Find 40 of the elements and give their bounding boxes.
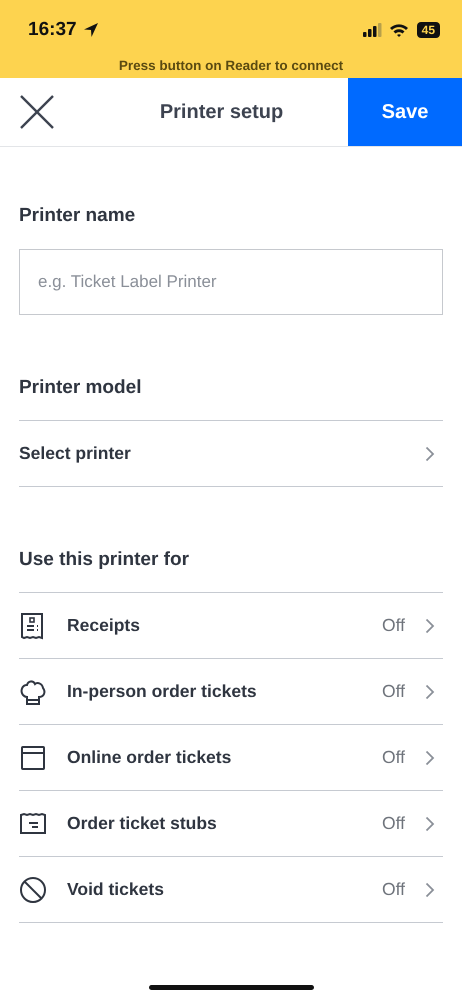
ticket-type-row[interactable]: Order ticket stubs Off (19, 791, 443, 857)
status-value: Off (382, 681, 405, 702)
row-label: Order ticket stubs (67, 813, 218, 834)
chef-hat-icon (19, 678, 47, 706)
section-heading: Printer model (19, 377, 142, 399)
connection-message: Press button on Reader to connect (118, 58, 344, 73)
prohibited-icon (19, 876, 47, 904)
section-heading: Use this printer for (19, 549, 190, 571)
ticket-type-row[interactable]: Online order tickets Off (19, 725, 443, 791)
status-value: Off (382, 879, 405, 900)
row-label: In-person order tickets (67, 681, 258, 702)
save-button[interactable]: Save (348, 78, 462, 146)
row-label: Select printer (19, 443, 132, 464)
section-heading: Printer name (19, 205, 136, 227)
battery-indicator: 45 (416, 22, 440, 38)
status-value: Off (382, 747, 405, 768)
row-label: Online order tickets (67, 747, 232, 768)
chevron-icon (425, 618, 435, 634)
row-label: Receipts (67, 615, 141, 636)
window-icon (19, 744, 47, 772)
close-icon (19, 94, 55, 130)
chevron-icon (425, 750, 435, 766)
status-value: Off (382, 615, 405, 636)
close-button[interactable] (19, 94, 55, 130)
status-value: Off (382, 813, 405, 834)
select-printer-row[interactable]: Select printer (19, 420, 443, 487)
row-label: Void tickets (67, 879, 165, 900)
ticket-type-row[interactable]: Void tickets Off (19, 857, 443, 923)
page-title: Printer setup (158, 100, 284, 124)
ticket-type-row[interactable]: In-person order tickets Off (19, 659, 443, 725)
chevron-icon (425, 816, 435, 832)
printer-name-field[interactable]: e.g. Ticket Label Printer (19, 249, 443, 315)
chevron-icon (425, 882, 435, 898)
chevron-icon (425, 446, 435, 462)
ticket-type-row[interactable]: Receipts Off (19, 593, 443, 659)
chevron-icon (425, 684, 435, 700)
signal-icon (362, 23, 383, 37)
status-time: 16:37 (28, 19, 77, 41)
wifi-icon (388, 23, 409, 37)
location-arrow-icon (82, 22, 99, 38)
